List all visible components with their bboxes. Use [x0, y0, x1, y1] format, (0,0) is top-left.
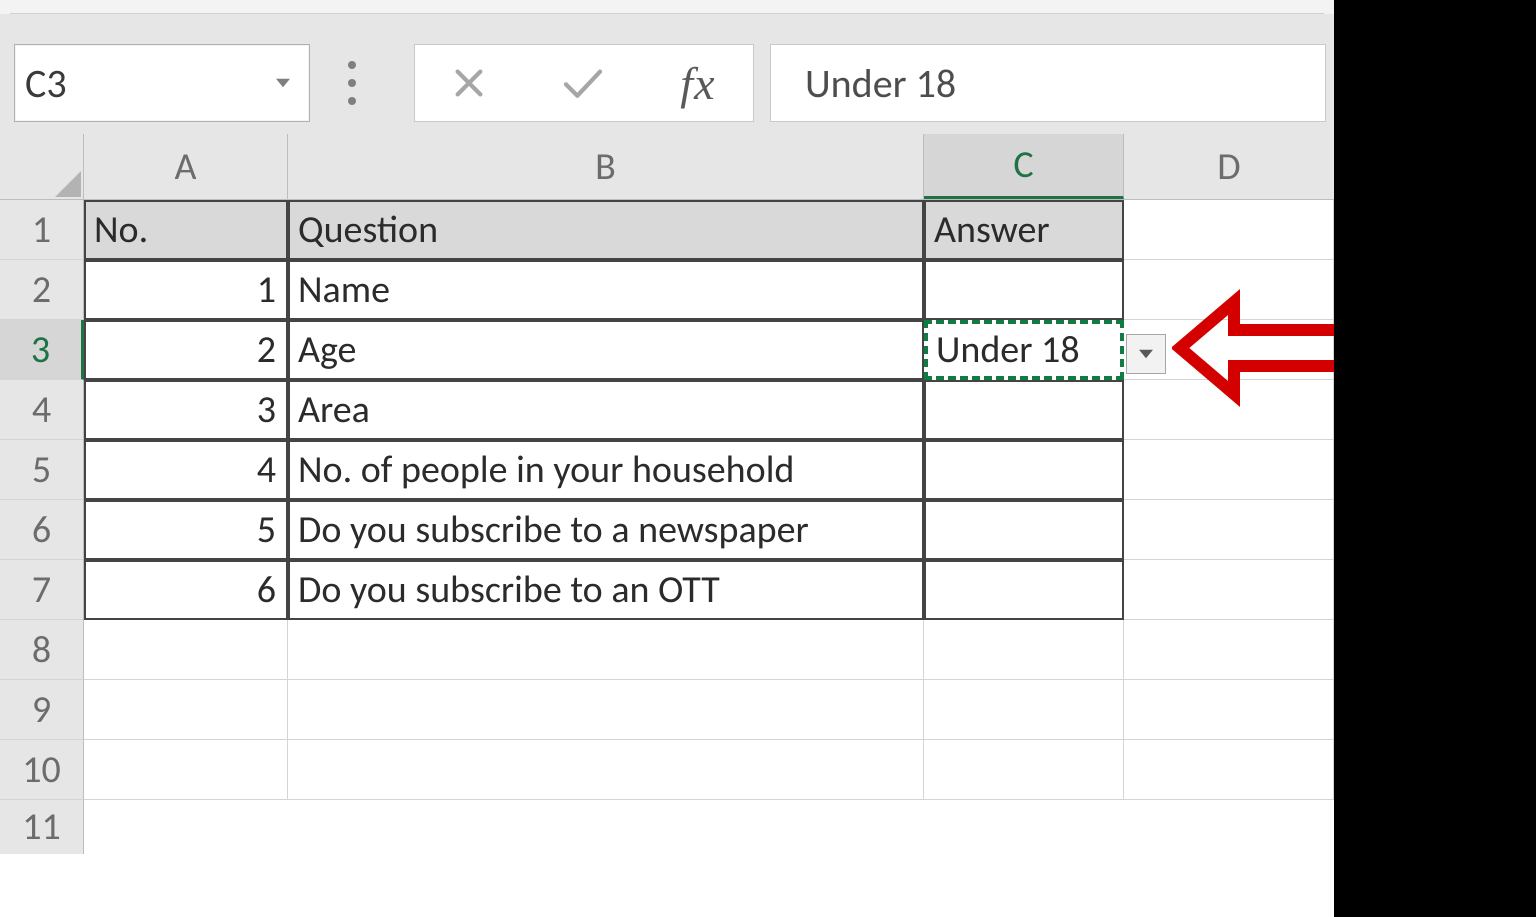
cell-B1[interactable]: Question [288, 200, 924, 260]
row-header-4[interactable]: 4 [0, 380, 84, 440]
row-header-6[interactable]: 6 [0, 500, 84, 560]
cell-C8[interactable] [924, 620, 1124, 680]
cell-D8[interactable] [1124, 620, 1334, 680]
row-header-2[interactable]: 2 [0, 260, 84, 320]
cell-C2[interactable] [924, 260, 1124, 320]
cell-A4[interactable]: 3 [84, 380, 288, 440]
column-header-B[interactable]: B [288, 134, 924, 199]
chevron-down-icon [276, 76, 290, 90]
ribbon-strip [0, 0, 1334, 14]
formula-bar-buttons: fx [414, 44, 754, 122]
cell-B4[interactable]: Area [288, 380, 924, 440]
cell-B3[interactable]: Age [288, 320, 924, 380]
cell-B5[interactable]: No. of people in your household [288, 440, 924, 500]
row-header-8[interactable]: 8 [0, 620, 84, 680]
cancel-button[interactable] [452, 45, 486, 121]
cell-D6[interactable] [1124, 500, 1334, 560]
cell-A9[interactable] [84, 680, 288, 740]
cell-B2[interactable]: Name [288, 260, 924, 320]
enter-button[interactable] [561, 45, 605, 121]
cell-D4[interactable] [1124, 380, 1334, 440]
cell-D10[interactable] [1124, 740, 1334, 800]
name-box-value: C3 [25, 59, 67, 108]
cell-D1[interactable] [1124, 200, 1334, 260]
cell-A1[interactable]: No. [84, 200, 288, 260]
insert-function-button[interactable]: fx [680, 45, 715, 121]
cell-D9[interactable] [1124, 680, 1334, 740]
row-header-1[interactable]: 1 [0, 200, 84, 260]
cell-A6[interactable]: 5 [84, 500, 288, 560]
cell-A8[interactable] [84, 620, 288, 680]
check-icon [561, 66, 605, 100]
formula-value: Under 18 [805, 59, 956, 108]
cell-B10[interactable] [288, 740, 924, 800]
cell-B9[interactable] [288, 680, 924, 740]
row-header-5[interactable]: 5 [0, 440, 84, 500]
cell-C10[interactable] [924, 740, 1124, 800]
cell-C6[interactable] [924, 500, 1124, 560]
column-header-D[interactable]: D [1124, 134, 1334, 199]
cell-C5[interactable] [924, 440, 1124, 500]
formula-bar-area: C3 fx Under 18 [0, 14, 1334, 134]
cell-B6[interactable]: Do you subscribe to a newspaper [288, 500, 924, 560]
row-header-3[interactable]: 3 [0, 320, 84, 380]
column-header-C[interactable]: C [924, 134, 1124, 199]
cell-D7[interactable] [1124, 560, 1334, 620]
cell-C9[interactable] [924, 680, 1124, 740]
close-icon [452, 66, 486, 100]
column-headers: A B C D [0, 134, 1334, 200]
name-box[interactable]: C3 [14, 44, 310, 122]
fx-icon: fx [680, 57, 715, 110]
drag-grip-icon [340, 61, 364, 105]
cell-C4[interactable] [924, 380, 1124, 440]
cell-A3[interactable]: 2 [84, 320, 288, 380]
row-header-11[interactable]: 11 [0, 800, 84, 854]
name-box-dropdown[interactable] [261, 45, 305, 121]
cell-C3[interactable]: Under 18 [924, 320, 1124, 380]
formula-input[interactable]: Under 18 [770, 44, 1326, 122]
select-all-triangle-icon [55, 171, 81, 197]
chevron-down-icon [1139, 347, 1153, 361]
row-header-9[interactable]: 9 [0, 680, 84, 740]
column-header-A[interactable]: A [84, 134, 288, 199]
cell-A7[interactable]: 6 [84, 560, 288, 620]
data-validation-dropdown[interactable] [1126, 334, 1166, 374]
cell-D5[interactable] [1124, 440, 1334, 500]
cell-C7[interactable] [924, 560, 1124, 620]
cell-C1[interactable]: Answer [924, 200, 1124, 260]
excel-window: C3 fx Under 18 [0, 0, 1334, 917]
formula-bar-handle[interactable] [340, 42, 364, 124]
cell-A2[interactable]: 1 [84, 260, 288, 320]
cell-D2[interactable] [1124, 260, 1334, 320]
cell-A10[interactable] [84, 740, 288, 800]
row-header-10[interactable]: 10 [0, 740, 84, 800]
cell-B8[interactable] [288, 620, 924, 680]
spreadsheet-grid[interactable]: A B C D 1 2 3 4 5 6 7 8 9 10 11 [0, 134, 1334, 917]
crop-blackband [1334, 0, 1536, 917]
row-header-7[interactable]: 7 [0, 560, 84, 620]
cell-B7[interactable]: Do you subscribe to an OTT [288, 560, 924, 620]
cell-A5[interactable]: 4 [84, 440, 288, 500]
select-all-corner[interactable] [0, 134, 84, 199]
